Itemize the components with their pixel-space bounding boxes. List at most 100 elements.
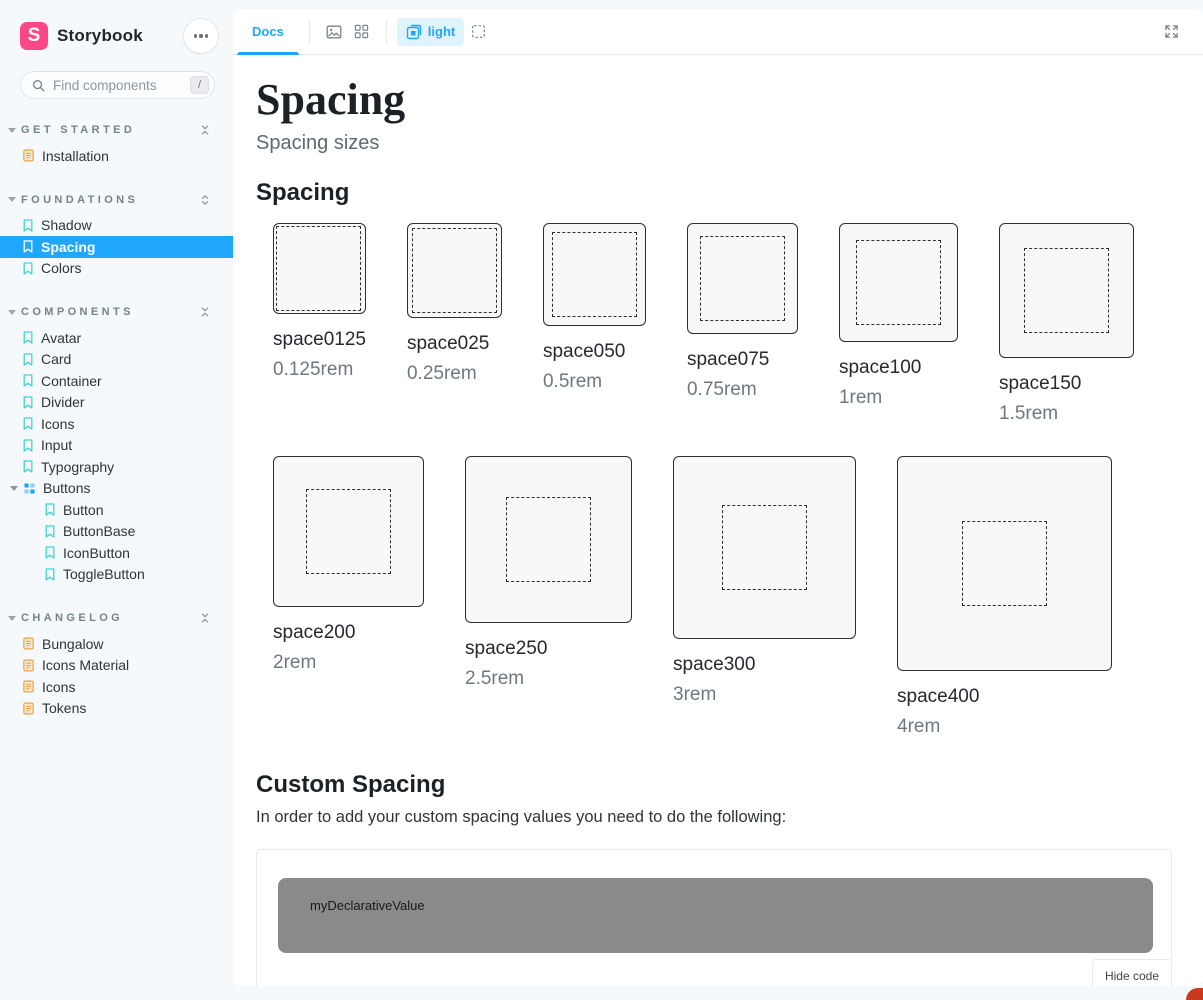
search-input[interactable]: Find components / [20, 71, 215, 99]
spacing-item: space400 4rem [897, 456, 1112, 739]
fullscreen-button[interactable] [1157, 18, 1185, 46]
spacing-box [839, 223, 958, 342]
section-changelog: CHANGELOG Bungalow Icons Material Icons … [0, 608, 233, 719]
sidebar-item-shadow[interactable]: Shadow [0, 215, 233, 237]
chevron-down-icon [8, 616, 16, 621]
component-grid-icon [23, 482, 36, 495]
section-header[interactable]: CHANGELOG [0, 608, 233, 628]
document-icon [22, 637, 35, 650]
story-preview-card: myDeclarativeValue Hide code [256, 849, 1172, 986]
sidebar-group-buttons[interactable]: Buttons [0, 478, 233, 500]
bookmark-icon [22, 439, 34, 452]
sidebar-item-container[interactable]: Container [0, 370, 233, 392]
spacing-inner-square [552, 232, 637, 317]
docs-content[interactable]: Spacing Spacing sizes Spacing space0125 … [233, 55, 1203, 986]
section-heading-spacing: Spacing [256, 179, 1173, 207]
bookmark-icon [22, 331, 34, 344]
section-header[interactable]: FOUNDATIONS [0, 190, 233, 210]
spacing-box [465, 456, 632, 623]
section-components: COMPONENTS Avatar Card Container Divider [0, 302, 233, 585]
document-icon [22, 149, 35, 162]
bookmark-icon [22, 396, 34, 409]
spacing-box [407, 223, 502, 318]
tab-docs[interactable]: Docs [237, 9, 299, 55]
bookmark-icon [22, 374, 34, 387]
brand[interactable]: S Storybook [20, 22, 183, 50]
sidebar-header: S Storybook [0, 14, 233, 54]
spacing-inner-square [506, 497, 591, 582]
sidebar-item-icons-doc[interactable]: Icons [0, 676, 233, 698]
bookmark-icon [22, 417, 34, 430]
sidebar-item-avatar[interactable]: Avatar [0, 327, 233, 349]
sidebar-item-buttonbase[interactable]: ButtonBase [0, 521, 233, 543]
theme-toggle-button[interactable]: light [397, 18, 464, 46]
background-image-button[interactable] [320, 18, 348, 46]
document-icon [22, 680, 35, 693]
sidebar-item-iconbutton[interactable]: IconButton [0, 542, 233, 564]
bookmark-icon [22, 219, 34, 232]
sidebar: S Storybook Find components / GET STARTE… [0, 0, 233, 1000]
sidebar-item-colors[interactable]: Colors [0, 258, 233, 280]
spacing-inner-square [962, 521, 1047, 606]
toolbar-divider [386, 20, 387, 44]
theme-icon [406, 24, 422, 40]
sidebar-nav: GET STARTED Installation FOUNDATIONS [0, 120, 233, 719]
sidebar-item-spacing[interactable]: Spacing [0, 236, 233, 258]
bookmark-icon [44, 568, 56, 581]
chevron-down-icon [8, 197, 16, 202]
spacing-box [687, 223, 798, 334]
photo-icon [326, 24, 342, 40]
sidebar-item-togglebutton[interactable]: ToggleButton [0, 564, 233, 586]
spacing-item: space300 3rem [673, 456, 856, 707]
outline-button[interactable] [464, 18, 492, 46]
sidebar-item-bungalow[interactable]: Bungalow [0, 633, 233, 655]
dashed-square-icon [471, 24, 486, 39]
collapse-section-icon[interactable] [199, 612, 211, 624]
spacing-inner-square [276, 226, 361, 311]
sidebar-item-input[interactable]: Input [0, 435, 233, 457]
sidebar-item-card[interactable]: Card [0, 349, 233, 371]
search-placeholder: Find components [53, 78, 190, 93]
bookmark-icon [22, 240, 34, 253]
chevron-down-icon [10, 486, 18, 491]
sidebar-item-installation[interactable]: Installation [0, 145, 233, 167]
sidebar-item-typography[interactable]: Typography [0, 456, 233, 478]
spacing-item: space100 1rem [839, 223, 958, 410]
spacing-box [999, 223, 1134, 358]
spacing-item: space250 2.5rem [465, 456, 632, 691]
bookmark-icon [44, 525, 56, 538]
section-header[interactable]: COMPONENTS [0, 302, 233, 322]
sidebar-item-button[interactable]: Button [0, 499, 233, 521]
screen-corner-artifact [1186, 988, 1203, 1000]
sidebar-item-icons-material[interactable]: Icons Material [0, 655, 233, 677]
fullscreen-icon [1164, 24, 1179, 39]
section-heading-custom-spacing: Custom Spacing [256, 771, 1173, 799]
sidebar-item-divider[interactable]: Divider [0, 392, 233, 414]
section-header[interactable]: GET STARTED [0, 120, 233, 140]
spacing-item: space050 0.5rem [543, 223, 646, 394]
document-icon [22, 659, 35, 672]
spacing-inner-square [856, 240, 941, 325]
collapse-section-icon[interactable] [199, 306, 211, 318]
bookmark-icon [22, 353, 34, 366]
grid-button[interactable] [348, 18, 376, 46]
collapse-section-icon[interactable] [199, 124, 211, 136]
bookmark-icon [22, 460, 34, 473]
expand-section-icon[interactable] [199, 194, 211, 206]
chevron-down-icon [8, 128, 16, 133]
spacing-inner-square [306, 489, 391, 574]
chevron-down-icon [8, 310, 16, 315]
bookmark-icon [22, 262, 34, 275]
sidebar-item-icons[interactable]: Icons [0, 413, 233, 435]
spacing-inner-square [1024, 248, 1109, 333]
spacing-item: space150 1.5rem [999, 223, 1134, 426]
canvas-panel: Docs light Spacing Spacing sizes Spacing… [233, 9, 1203, 986]
sidebar-menu-button[interactable] [183, 18, 219, 54]
ellipsis-icon [194, 34, 209, 37]
page-title: Spacing [256, 75, 1173, 126]
hide-code-button[interactable]: Hide code [1092, 959, 1172, 986]
sidebar-item-tokens[interactable]: Tokens [0, 698, 233, 720]
spacing-item: space075 0.75rem [687, 223, 798, 402]
spacing-box [273, 223, 366, 314]
page-subtitle: Spacing sizes [256, 131, 1173, 155]
